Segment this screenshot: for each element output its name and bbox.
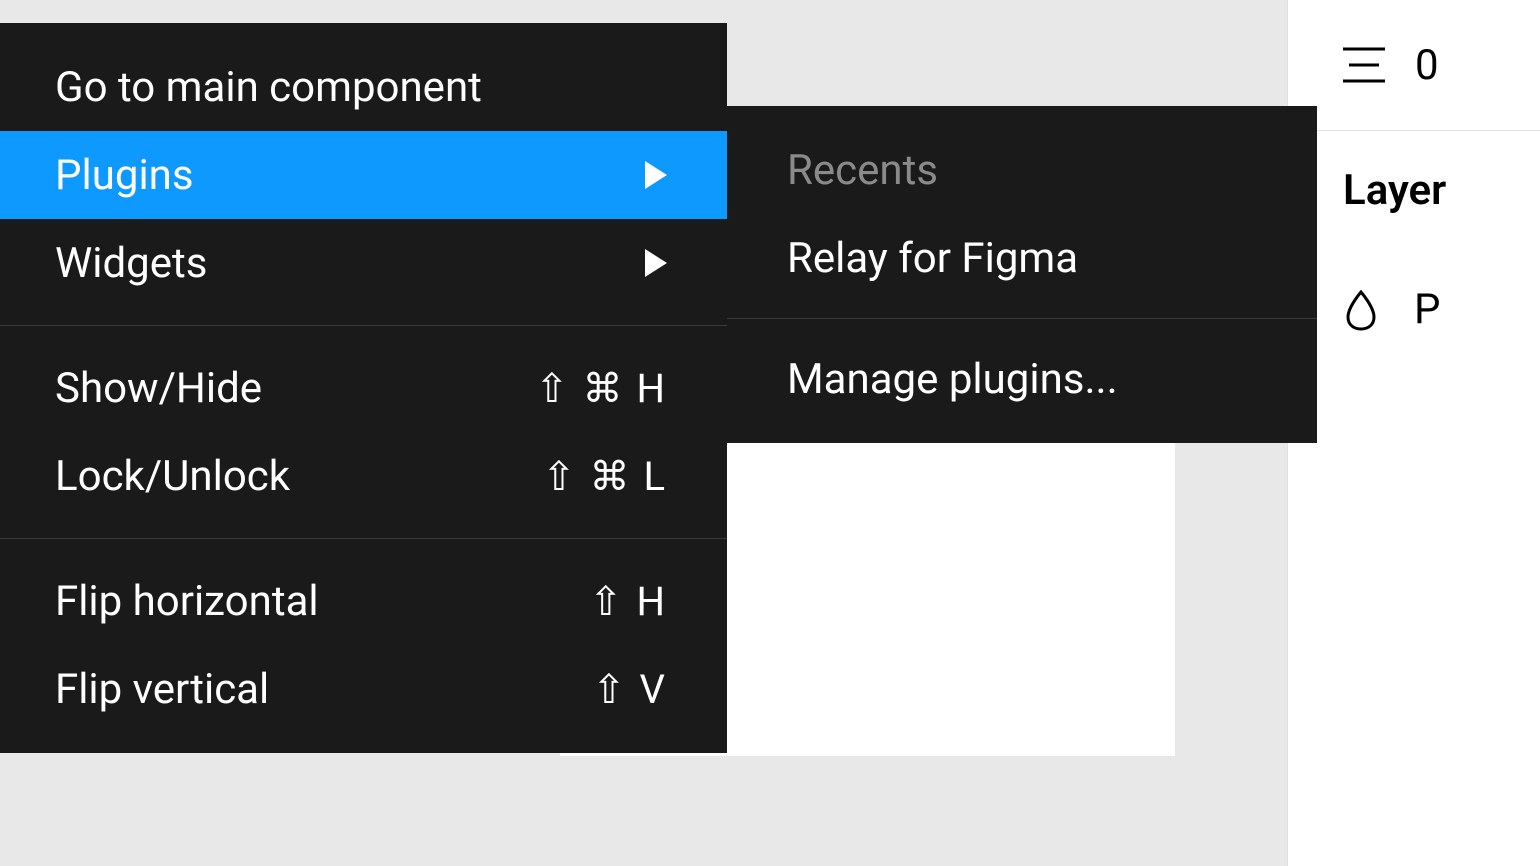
menu-divider (0, 538, 727, 539)
submenu-item-manage-plugins[interactable]: Manage plugins... (727, 335, 1317, 423)
menu-item-lock-unlock[interactable]: Lock/Unlock ⇧ ⌘ L (0, 432, 727, 520)
submenu-item-relay-for-figma[interactable]: Relay for Figma (727, 214, 1317, 302)
menu-item-flip-horizontal[interactable]: Flip horizontal ⇧ H (0, 557, 727, 645)
layer-section: Layer P (1288, 131, 1540, 334)
blend-mode-label: P (1414, 285, 1441, 334)
spacing-value[interactable]: 0 (1415, 41, 1439, 90)
properties-panel: 0 Layer P (1287, 0, 1540, 866)
menu-item-shortcut: ⇧ H (589, 578, 667, 625)
submenu-divider (727, 318, 1317, 319)
menu-item-label: Widgets (55, 239, 207, 288)
align-vertical-center-icon[interactable] (1343, 45, 1385, 85)
menu-item-label: Plugins (55, 151, 194, 200)
submenu-item-label: Manage plugins... (787, 355, 1118, 404)
layer-section-title: Layer (1343, 166, 1540, 215)
menu-item-label: Flip vertical (55, 665, 269, 714)
menu-item-label: Go to main component (55, 63, 482, 112)
plugins-submenu: Recents Relay for Figma Manage plugins..… (727, 106, 1317, 443)
submenu-header-recents: Recents (727, 126, 1317, 214)
menu-item-plugins[interactable]: Plugins (0, 131, 727, 219)
menu-item-flip-vertical[interactable]: Flip vertical ⇧ V (0, 645, 727, 733)
menu-item-show-hide[interactable]: Show/Hide ⇧ ⌘ H (0, 344, 727, 432)
menu-item-shortcut: ⇧ ⌘ H (535, 365, 667, 412)
menu-item-widgets[interactable]: Widgets (0, 219, 727, 307)
menu-item-label: Lock/Unlock (55, 452, 290, 501)
opacity-icon (1343, 289, 1379, 331)
chevron-right-icon (645, 161, 667, 189)
menu-item-label: Flip horizontal (55, 577, 319, 626)
menu-item-shortcut: ⇧ V (592, 666, 667, 713)
alignment-row: 0 (1288, 0, 1540, 130)
menu-item-label: Show/Hide (55, 364, 262, 413)
submenu-item-label: Relay for Figma (787, 234, 1078, 283)
submenu-header-label: Recents (787, 146, 938, 195)
menu-item-go-to-main-component[interactable]: Go to main component (0, 43, 727, 131)
layer-blend-row[interactable]: P (1343, 285, 1540, 334)
menu-divider (0, 325, 727, 326)
chevron-right-icon (645, 249, 667, 277)
context-menu: Go to main component Plugins Widgets Sho… (0, 23, 727, 753)
menu-item-shortcut: ⇧ ⌘ L (542, 453, 667, 500)
